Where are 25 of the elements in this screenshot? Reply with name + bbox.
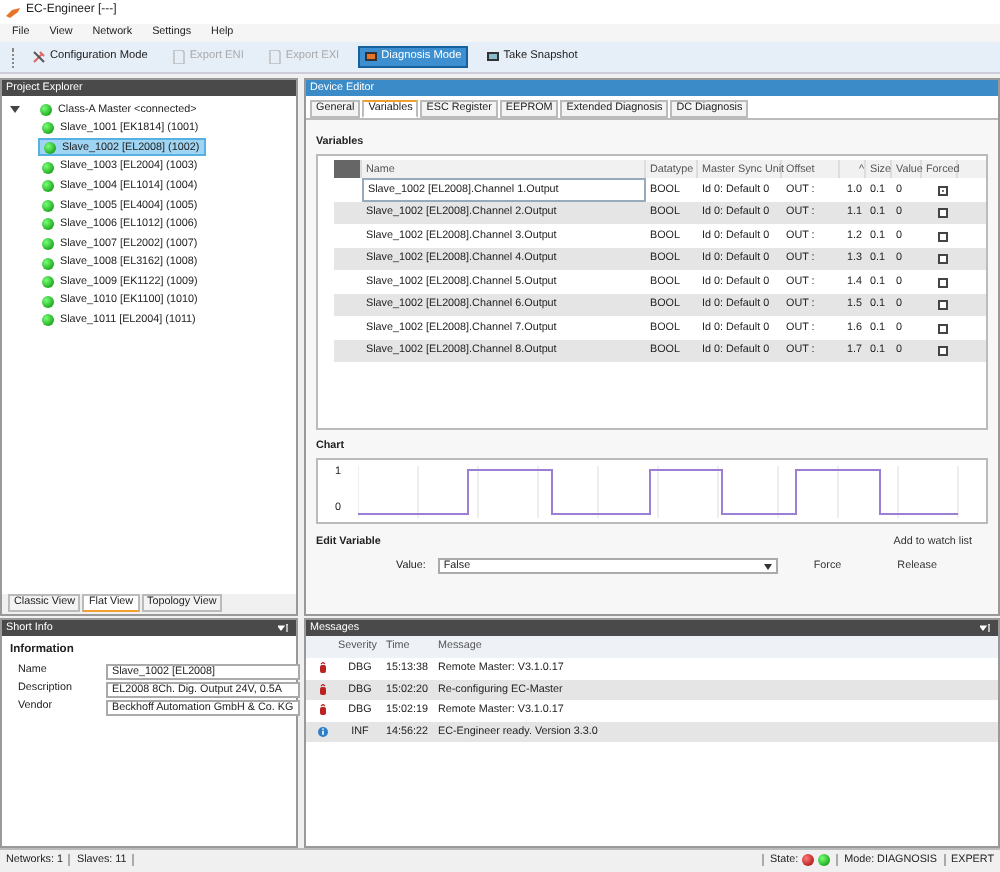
bug-icon — [317, 683, 327, 696]
document-icon — [171, 50, 186, 64]
monitor-icon — [363, 50, 378, 64]
checkbox[interactable] — [937, 300, 947, 311]
app-logo-icon — [6, 7, 20, 17]
caret-icon — [763, 563, 772, 570]
document-icon — [267, 50, 282, 64]
led-icon — [818, 853, 831, 866]
bug-icon — [317, 704, 327, 717]
checkbox[interactable] — [937, 208, 947, 219]
checkbox[interactable] — [937, 323, 947, 334]
checkbox[interactable] — [937, 185, 947, 196]
checkbox[interactable] — [937, 231, 947, 242]
led-icon — [802, 853, 815, 866]
pin-icon — [980, 623, 992, 633]
bug-icon — [317, 662, 327, 675]
wrench-icon — [32, 50, 46, 64]
corner-header — [334, 160, 362, 179]
monitor-icon — [485, 50, 500, 64]
checkbox[interactable] — [937, 254, 947, 265]
checkbox[interactable] — [937, 346, 947, 357]
pin-icon — [278, 623, 290, 633]
checkbox[interactable] — [937, 277, 947, 288]
expander-icon[interactable] — [10, 105, 20, 114]
info-icon — [317, 725, 327, 738]
